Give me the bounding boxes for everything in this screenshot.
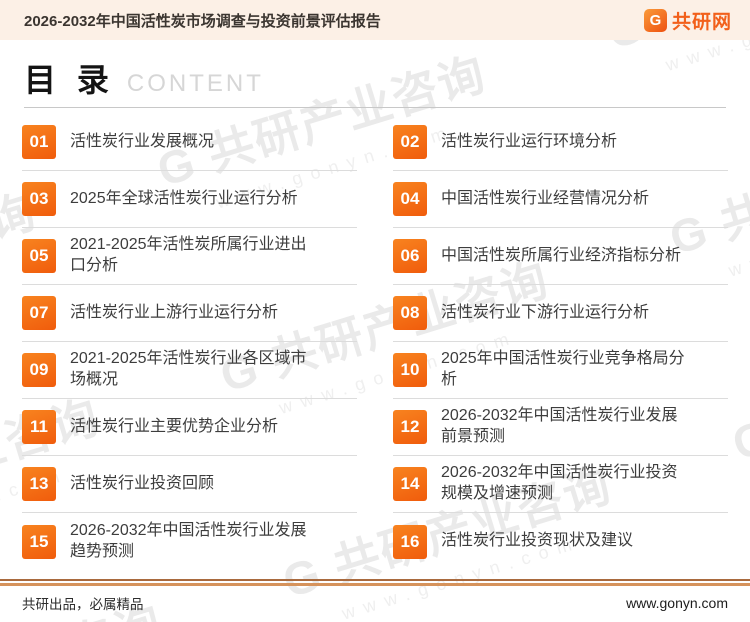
toc-item-12[interactable]: 12 2026-2032年中国活性炭行业发展 前景预测 <box>393 399 728 456</box>
toc-item-title: 2026-2032年中国活性炭行业投资 规模及增速预测 <box>441 464 678 502</box>
toc-item-10[interactable]: 10 2025年中国活性炭行业竞争格局分 析 <box>393 342 728 399</box>
toc-item-number-badge: 13 <box>22 467 56 501</box>
footer-website-link[interactable]: www.gonyn.com <box>626 595 728 611</box>
toc-item-title: 2026-2032年中国活性炭行业发展 趋势预测 <box>70 521 307 560</box>
toc-item-title: 2021-2025年活性炭所属行业进出 口分析 <box>70 236 307 274</box>
brand-logo-icon: G <box>643 8 667 32</box>
watermark-logo-glyph: G <box>726 409 750 470</box>
toc-item-number-badge: 09 <box>22 353 56 387</box>
toc-item-number-badge: 14 <box>393 467 427 501</box>
toc-item-title: 中国活性炭所属行业经济指标分析 <box>441 246 682 264</box>
toc-item-title: 中国活性炭行业经营情况分析 <box>441 189 650 207</box>
toc-item-03[interactable]: 03 2025年全球活性炭行业运行分析 <box>22 171 357 228</box>
toc-item-title: 活性炭行业投资现状及建议 <box>441 532 634 550</box>
toc-item-title: 活性炭行业主要优势企业分析 <box>70 417 279 435</box>
toc-item-title: 2021-2025年活性炭行业各区域市 场概况 <box>70 350 307 388</box>
toc-item-11[interactable]: 11 活性炭行业主要优势企业分析 <box>22 399 357 456</box>
toc-item-title: 活性炭行业投资回顾 <box>70 474 215 492</box>
toc-item-number-badge: 03 <box>22 182 56 216</box>
toc-item-number-badge: 12 <box>393 410 427 444</box>
toc-heading-en: CONTENT <box>126 69 264 97</box>
page-footer: 共研出品，必属精品 www.gonyn.com <box>0 579 750 622</box>
toc-item-title: 活性炭行业运行环境分析 <box>441 132 618 150</box>
toc-column-left: 01 活性炭行业发展概况 03 2025年全球活性炭行业运行分析 05 2021… <box>22 114 357 570</box>
brand-logo-text: 共研网 <box>671 11 732 33</box>
toc-item-title: 2025年中国活性炭行业竞争格局分 析 <box>441 350 685 388</box>
toc-item-05[interactable]: 05 2021-2025年活性炭所属行业进出 口分析 <box>22 228 357 285</box>
brand-logo: G 共研网 <box>643 7 732 34</box>
toc-item-title: 活性炭行业下游行业运行分析 <box>441 303 650 321</box>
toc-item-number-badge: 04 <box>393 182 427 216</box>
toc-item-number-badge: 15 <box>22 524 56 559</box>
toc-item-number-badge: 10 <box>393 353 427 387</box>
toc-item-number-badge: 06 <box>393 239 427 273</box>
toc-item-02[interactable]: 02 活性炭行业运行环境分析 <box>393 114 728 171</box>
toc-item-number-badge: 11 <box>22 410 56 444</box>
toc-item-13[interactable]: 13 活性炭行业投资回顾 <box>22 456 357 513</box>
toc-item-16[interactable]: 16 活性炭行业投资现状及建议 <box>393 513 728 570</box>
toc-item-01[interactable]: 01 活性炭行业发展概况 <box>22 114 357 171</box>
watermark-url-text: www.gonyn.com <box>726 188 750 281</box>
toc: 01 活性炭行业发展概况 03 2025年全球活性炭行业运行分析 05 2021… <box>22 114 728 570</box>
toc-item-04[interactable]: 04 中国活性炭行业经营情况分析 <box>393 171 728 228</box>
toc-item-number-badge: 08 <box>393 296 427 330</box>
footer-slogan: 共研出品，必属精品 <box>22 597 144 612</box>
toc-item-09[interactable]: 09 2021-2025年活性炭行业各区域市 场概况 <box>22 342 357 399</box>
toc-item-title: 2026-2032年中国活性炭行业发展 前景预测 <box>441 407 678 445</box>
toc-item-06[interactable]: 06 中国活性炭所属行业经济指标分析 <box>393 228 728 285</box>
toc-item-07[interactable]: 07 活性炭行业上游行业运行分析 <box>22 285 357 342</box>
toc-item-number-badge: 01 <box>22 125 56 159</box>
toc-item-08[interactable]: 08 活性炭行业下游行业运行分析 <box>393 285 728 342</box>
toc-heading: 目 录 CONTENT <box>24 64 726 108</box>
toc-item-number-badge: 02 <box>393 125 427 159</box>
report-title: 2026-2032年中国活性炭市场调查与投资前景评估报告 <box>24 12 381 30</box>
toc-heading-zh: 目 录 <box>24 62 115 98</box>
toc-item-14[interactable]: 14 2026-2032年中国活性炭行业投资 规模及增速预测 <box>393 456 728 513</box>
toc-item-number-badge: 07 <box>22 296 56 330</box>
toc-item-title: 活性炭行业发展概况 <box>70 132 215 150</box>
toc-item-title: 活性炭行业上游行业运行分析 <box>70 303 279 321</box>
toc-item-number-badge: 16 <box>393 524 427 559</box>
toc-item-15[interactable]: 15 2026-2032年中国活性炭行业发展 趋势预测 <box>22 513 357 570</box>
toc-column-right: 02 活性炭行业运行环境分析 04 中国活性炭行业经营情况分析 06 中国活性炭… <box>393 114 728 570</box>
toc-item-title: 2025年全球活性炭行业运行分析 <box>70 189 298 207</box>
report-header: 2026-2032年中国活性炭市场调查与投资前景评估报告 G 共研网 <box>0 0 750 40</box>
toc-item-number-badge: 05 <box>22 239 56 273</box>
